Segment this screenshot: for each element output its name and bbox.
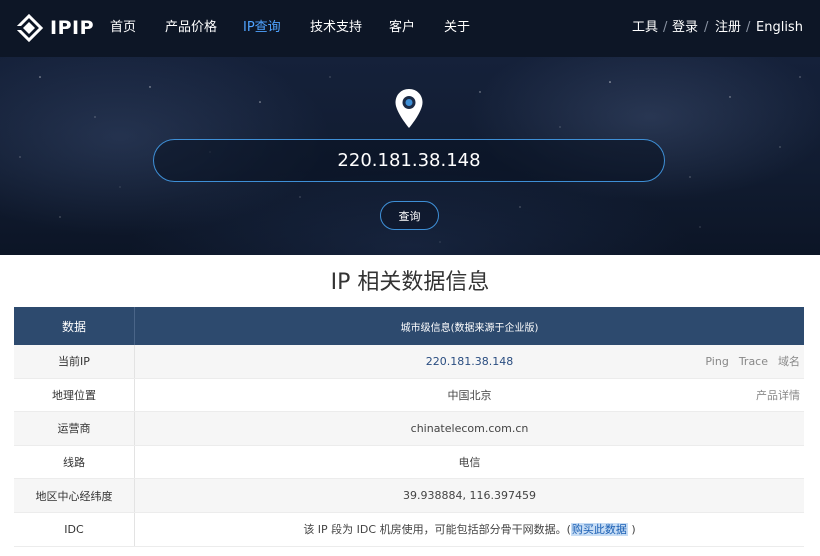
logo-text: IPIP bbox=[50, 17, 94, 39]
idc-text-prefix: 该 IP 段为 IDC 机房使用，可能包括部分骨干网数据。( bbox=[303, 523, 571, 537]
coordinates-value: 39.938884, 116.397459 bbox=[403, 489, 536, 503]
row-label: 当前IP bbox=[14, 345, 135, 378]
table-header-city-level: 城市级信息(数据来源于企业版) bbox=[400, 322, 539, 334]
domain-link[interactable]: 域名 bbox=[778, 353, 800, 369]
table-header-data: 数据 bbox=[14, 307, 135, 345]
trace-link[interactable]: Trace bbox=[739, 355, 768, 368]
row-label: 地区中心经纬度 bbox=[14, 479, 135, 512]
nav-separator: / bbox=[663, 20, 668, 35]
nav-separator: / bbox=[746, 20, 751, 35]
hero-search-banner: 220.181.38.148 查询 bbox=[0, 57, 820, 255]
table-row: 当前IP 220.181.38.148 Ping Trace 域名 bbox=[14, 345, 804, 379]
nav-ip-query[interactable]: IP查询 bbox=[243, 19, 281, 37]
row-value-cell: 39.938884, 116.397459 bbox=[135, 479, 804, 512]
table-row: 地区中心经纬度 39.938884, 116.397459 bbox=[14, 479, 804, 513]
row-label: IDC bbox=[14, 512, 135, 546]
ip-data-table: 数据 城市级信息(数据来源于企业版) 当前IP 220.181.38.148 P… bbox=[14, 307, 804, 547]
ipip-logo-icon bbox=[14, 13, 44, 43]
row-label: 运营商 bbox=[14, 412, 135, 445]
row-label: 线路 bbox=[14, 445, 135, 479]
nav-pricing[interactable]: 产品价格 bbox=[165, 19, 217, 37]
nav-home[interactable]: 首页 bbox=[110, 19, 136, 37]
ping-link[interactable]: Ping bbox=[705, 355, 728, 368]
tools-link[interactable]: 工具 bbox=[632, 19, 658, 37]
row-value-cell: 电信 bbox=[135, 446, 804, 479]
logo[interactable]: IPIP bbox=[14, 13, 94, 43]
row-value-cell: 该 IP 段为 IDC 机房使用，可能包括部分骨干网数据。(购买此数据 ) bbox=[135, 513, 804, 546]
product-detail-link[interactable]: 产品详情 bbox=[756, 387, 800, 403]
table-row: IDC 该 IP 段为 IDC 机房使用，可能包括部分骨干网数据。(购买此数据 … bbox=[14, 512, 804, 547]
query-button[interactable]: 查询 bbox=[380, 201, 439, 230]
section-title: IP 相关数据信息 bbox=[330, 270, 490, 295]
isp-value: chinatelecom.com.cn bbox=[410, 421, 529, 435]
row-label: 地理位置 bbox=[14, 378, 135, 412]
table-row: 地理位置 中国北京 产品详情 bbox=[14, 378, 804, 413]
geo-actions: 产品详情 bbox=[756, 379, 800, 412]
idc-text-suffix: ) bbox=[627, 523, 636, 537]
nav-customers[interactable]: 客户 bbox=[389, 19, 415, 37]
geo-location-value: 中国北京 bbox=[447, 388, 492, 402]
row-value-cell: 中国北京 产品详情 bbox=[135, 379, 804, 412]
table-row: 运营商 chinatelecom.com.cn bbox=[14, 412, 804, 446]
buy-data-link[interactable]: 购买此数据 bbox=[570, 523, 628, 537]
top-navbar: IPIP 首页 产品价格 IP查询 技术支持 客户 关于 工具 / 登录 / 注… bbox=[0, 0, 820, 57]
table-row: 线路 电信 bbox=[14, 445, 804, 480]
current-ip-value: 220.181.38.148 bbox=[425, 354, 514, 368]
ip-search-input[interactable]: 220.181.38.148 bbox=[153, 139, 665, 182]
line-value: 电信 bbox=[458, 456, 481, 470]
table-header: 数据 城市级信息(数据来源于企业版) bbox=[14, 307, 804, 345]
row-value-cell: chinatelecom.com.cn bbox=[135, 412, 804, 445]
location-pin-icon bbox=[395, 89, 423, 128]
ip-actions: Ping Trace 域名 bbox=[705, 345, 800, 378]
row-value-cell: 220.181.38.148 Ping Trace 域名 bbox=[135, 345, 804, 378]
login-link[interactable]: 登录 bbox=[672, 19, 698, 37]
english-link[interactable]: English bbox=[756, 19, 803, 37]
nav-separator: / bbox=[704, 20, 709, 35]
idc-value: 该 IP 段为 IDC 机房使用，可能包括部分骨干网数据。(购买此数据 ) bbox=[303, 521, 636, 537]
nav-tech-support[interactable]: 技术支持 bbox=[310, 19, 362, 37]
nav-about[interactable]: 关于 bbox=[444, 19, 470, 37]
register-link[interactable]: 注册 bbox=[715, 19, 741, 37]
